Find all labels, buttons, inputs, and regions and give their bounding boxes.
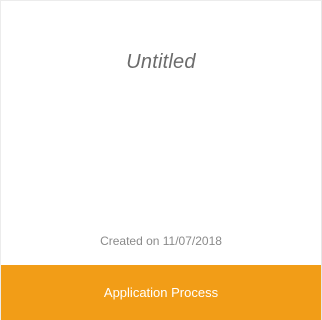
- card-title: Untitled: [126, 51, 196, 73]
- project-card[interactable]: Untitled Created on 11/07/2018 Applicati…: [0, 0, 322, 320]
- category-footer-button[interactable]: Application Process: [1, 265, 321, 320]
- created-date: Created on 11/07/2018: [100, 234, 222, 248]
